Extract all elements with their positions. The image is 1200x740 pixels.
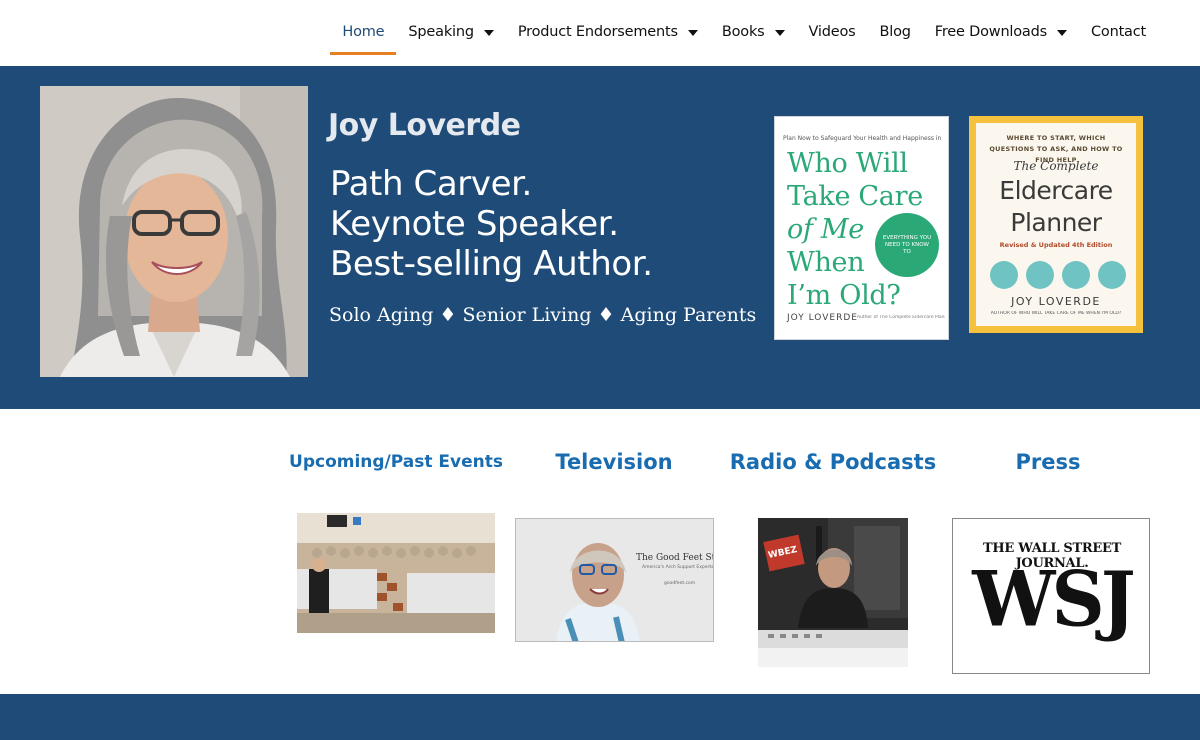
nav-label: Product Endorsements — [517, 23, 678, 40]
nav-item-free-downloads[interactable]: Free Downloads — [923, 0, 1079, 66]
tagline-line: Keynote Speaker. — [330, 204, 619, 244]
book-title-line: Planner — [1010, 208, 1102, 237]
book-cover-inner: WHERE TO START, WHICH QUESTIONS TO ASK, … — [976, 123, 1136, 326]
nav-label: Home — [342, 23, 385, 40]
author-name: Joy Loverde — [328, 108, 521, 143]
book-author-note: Author of The Complete Eldercare Planner — [857, 315, 945, 320]
book-author: JOY LOVERDE — [787, 313, 858, 323]
book-badges — [990, 261, 1126, 289]
nav-item-books[interactable]: Books — [710, 0, 797, 66]
book-title-line: Who Will — [787, 148, 908, 179]
book-subtitle: The Complete — [1013, 159, 1099, 173]
tagline: Path Carver. Keynote Speaker. Best-selli… — [330, 164, 653, 284]
badge-circle — [990, 261, 1018, 289]
caret-down-icon — [1056, 29, 1067, 36]
book-edition: Revised & Updated 4th Edition — [999, 241, 1113, 249]
caret-down-icon — [687, 29, 698, 36]
book-author: JOY LOVERDE — [1011, 295, 1101, 308]
radio-podcasts-heading[interactable]: Radio & Podcasts — [723, 450, 943, 474]
nav-item-blog[interactable]: Blog — [868, 0, 923, 66]
television-heading[interactable]: Television — [504, 450, 724, 474]
events-photo[interactable] — [297, 513, 495, 633]
book-badge-text: EVERYTHING YOU NEED TO KNOW TO — [882, 234, 932, 255]
tv-sign-title: The Good Feet Store — [636, 553, 713, 563]
nav-label: Blog — [879, 23, 911, 40]
caret-down-icon — [483, 29, 494, 36]
book-cover-who-will-take-care[interactable]: Plan Now to Safeguard Your Health and Ha… — [774, 116, 949, 340]
tv-sign-subtitle: America's Arch Support Experts — [642, 565, 714, 570]
tagline-line: Best-selling Author. — [330, 244, 653, 284]
nav-item-speaking[interactable]: Speaking — [396, 0, 505, 66]
book-title-line: Take Care — [787, 181, 923, 212]
nav-label: Free Downloads — [934, 23, 1047, 40]
nav-item-videos[interactable]: Videos — [797, 0, 868, 66]
nav-item-product-endorsements[interactable]: Product Endorsements — [506, 0, 710, 66]
book-title: Eldercare Planner — [976, 175, 1136, 239]
book-author-note: AUTHOR OF WHO WILL TAKE CARE OF ME WHEN … — [990, 311, 1122, 316]
topics-line: Solo Aging ♦ Senior Living ♦ Aging Paren… — [329, 304, 757, 326]
book-title-line: I’m Old? — [787, 280, 901, 311]
book-badge: EVERYTHING YOU NEED TO KNOW TO — [875, 213, 939, 277]
book-title-line: Eldercare — [999, 176, 1113, 205]
footer-band — [0, 694, 1200, 740]
radio-photo[interactable]: WBEZ — [758, 518, 908, 667]
book-kicker: Plan Now to Safeguard Your Health and Ha… — [783, 135, 943, 142]
nav-label: Videos — [808, 23, 856, 40]
press-wsj-logo[interactable]: THE WALL STREET JOURNAL. WSJ — [952, 518, 1150, 674]
caret-down-icon — [774, 29, 785, 36]
nav-item-contact[interactable]: Contact — [1079, 0, 1158, 66]
nav-label: Contact — [1090, 23, 1146, 40]
tv-sign-url: goodfeet.com — [664, 581, 696, 586]
nav-label: Speaking — [408, 23, 474, 40]
author-portrait — [40, 86, 308, 377]
hero-banner: Joy Loverde Path Carver. Keynote Speaker… — [0, 66, 1200, 409]
television-photo[interactable]: The Good Feet Store America's Arch Suppo… — [515, 518, 714, 642]
badge-circle — [1098, 261, 1126, 289]
badge-circle — [1026, 261, 1054, 289]
nav-label: Books — [721, 23, 765, 40]
nav-item-home[interactable]: Home — [330, 0, 397, 66]
badge-circle — [1062, 261, 1090, 289]
press-heading[interactable]: Press — [938, 450, 1158, 474]
book-cover-eldercare-planner[interactable]: WHERE TO START, WHICH QUESTIONS TO ASK, … — [969, 116, 1143, 333]
tagline-line: Path Carver. — [330, 164, 532, 204]
main-nav: Home Speaking Product Endorsements Books… — [0, 0, 1200, 66]
events-heading[interactable]: Upcoming/Past Events — [286, 452, 506, 472]
nav-menu: Home Speaking Product Endorsements Books… — [330, 0, 1158, 66]
wsj-logo-text: WSJ — [972, 556, 1136, 644]
